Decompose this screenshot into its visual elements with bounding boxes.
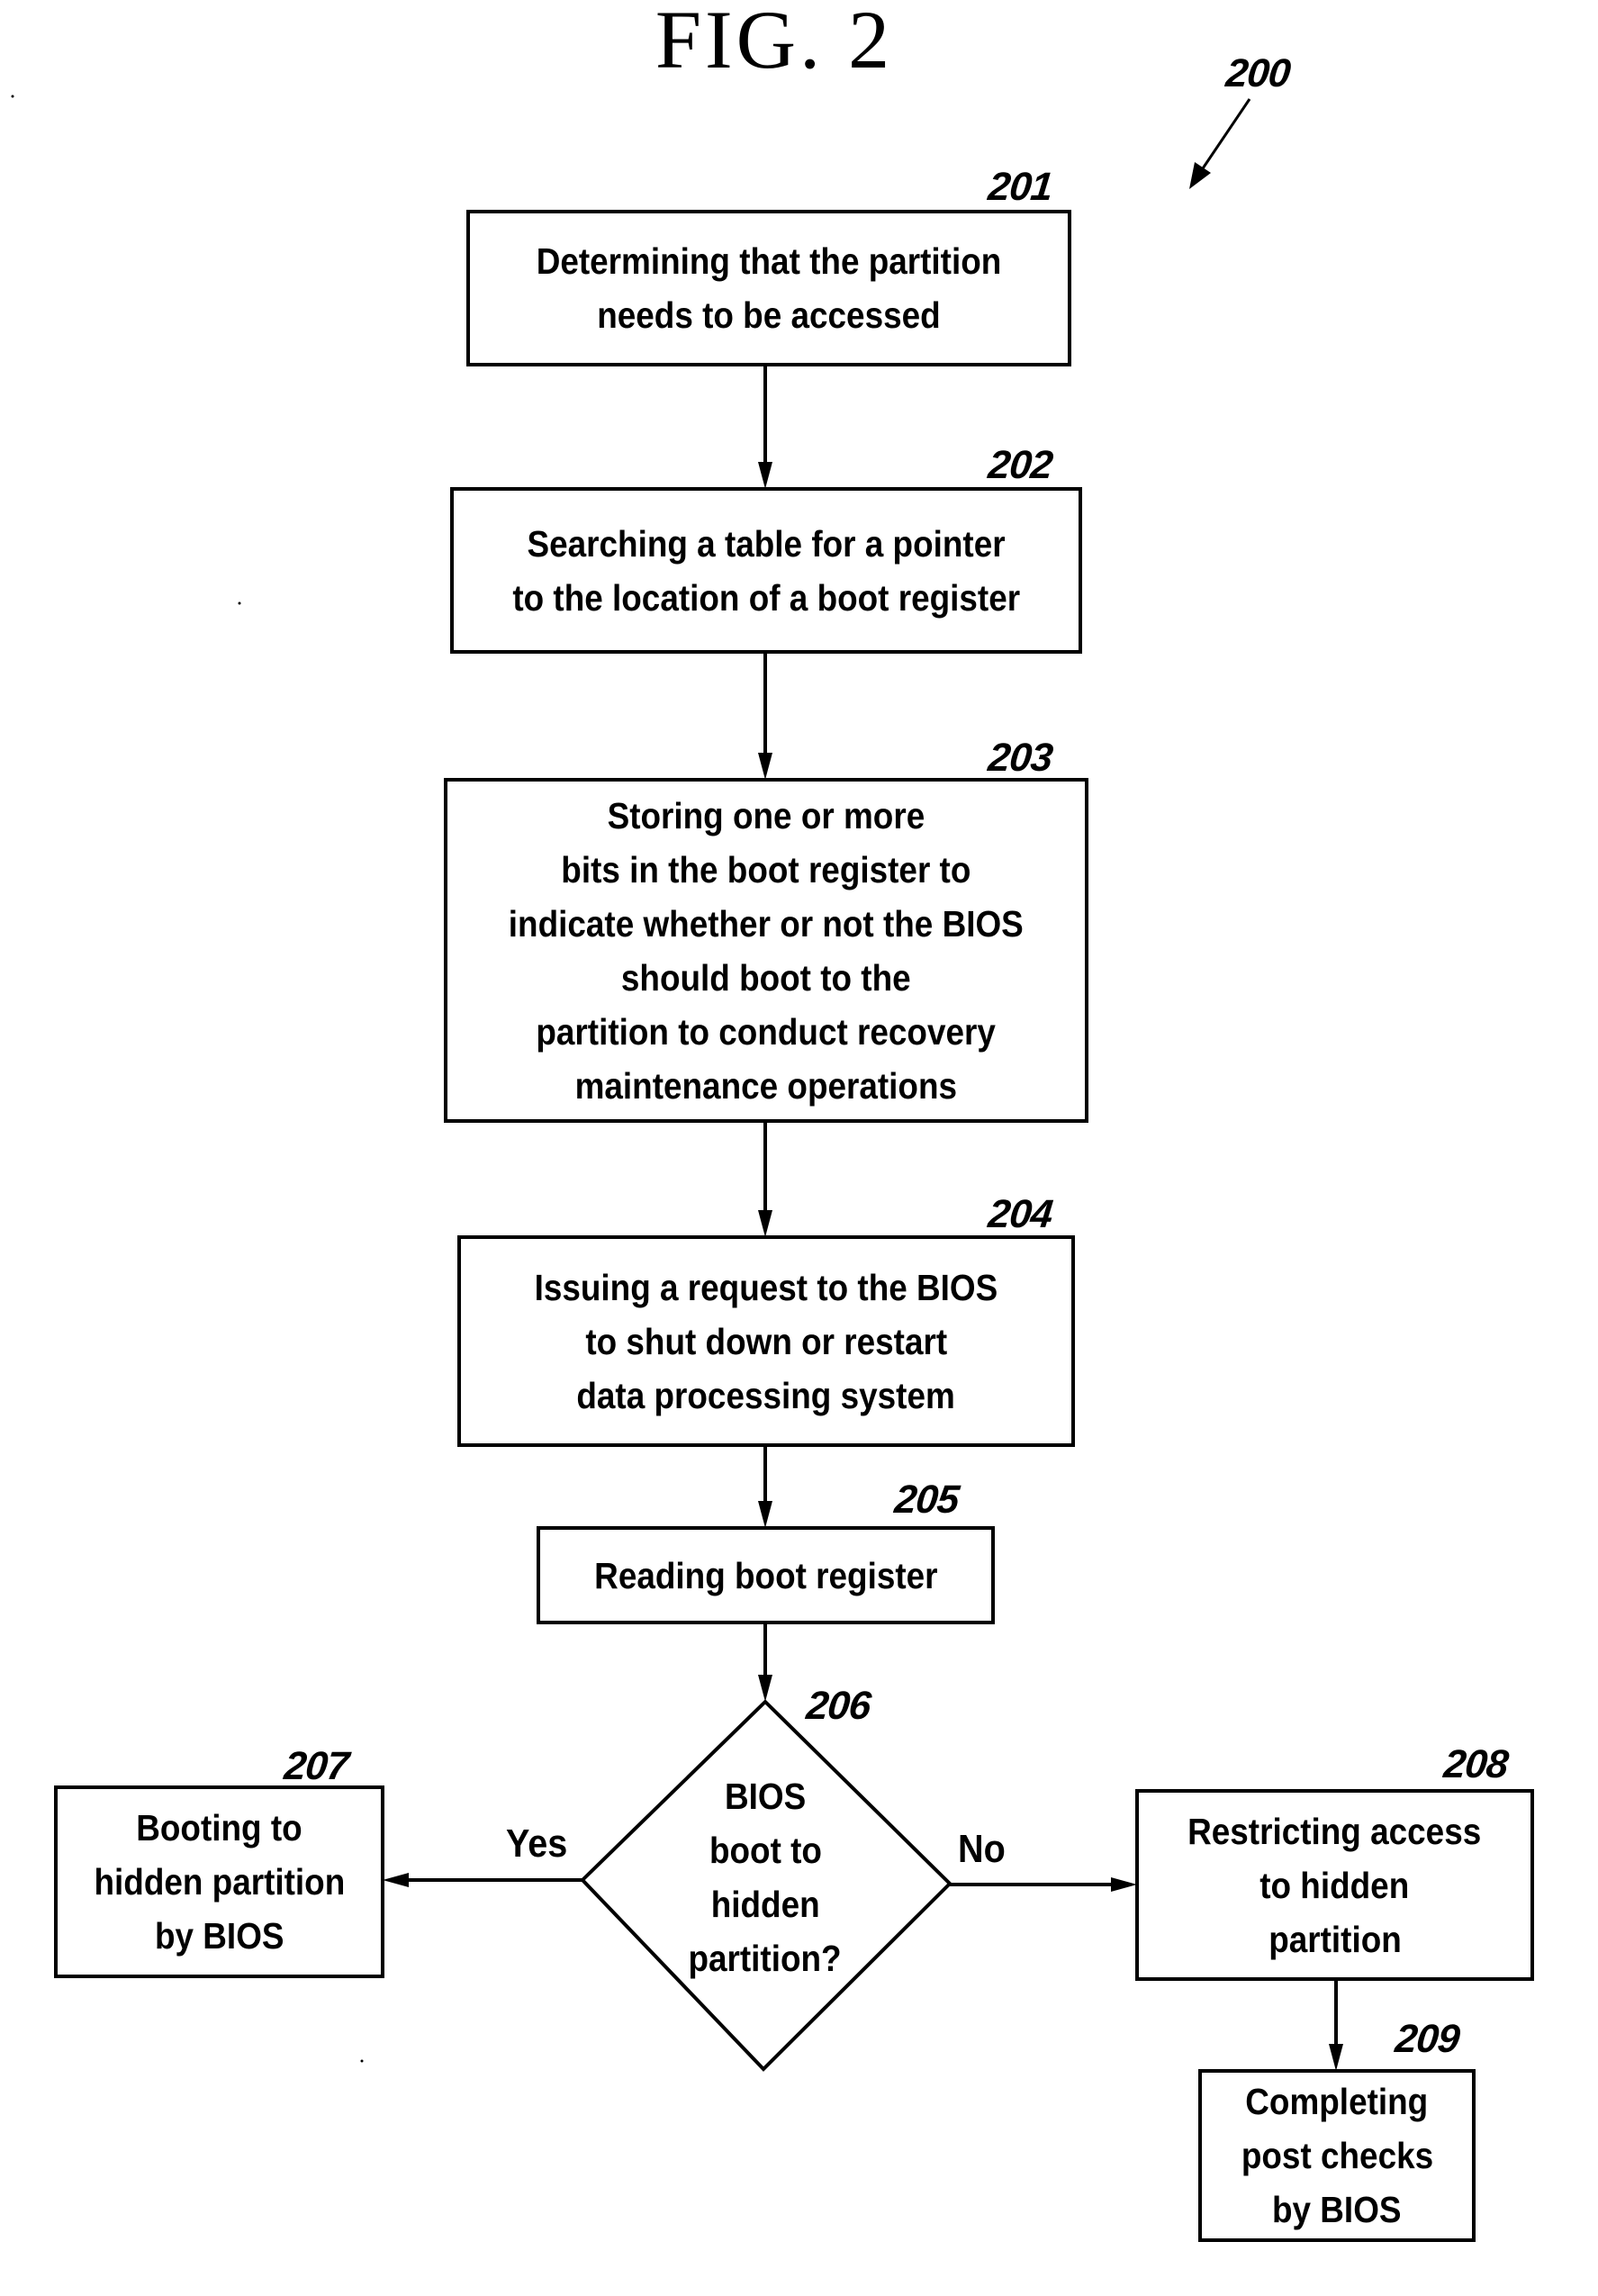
- connector-202-203: [758, 652, 772, 780]
- step-207-number: 207: [282, 1744, 351, 1788]
- step-208-line: to hidden: [1259, 1864, 1410, 1906]
- figure-reference-arrow: [1189, 98, 1251, 189]
- step-203-line: Storing one or more: [607, 794, 925, 836]
- step-203-text: Storing one or more bits in the boot reg…: [446, 780, 1087, 1121]
- step-203-line: should boot to the: [621, 956, 911, 999]
- step-209-line: post checks: [1241, 2135, 1433, 2176]
- step-209-number: 209: [1393, 2017, 1462, 2061]
- step-207-text: Booting to hidden partition by BIOS: [56, 1787, 383, 1976]
- step-203-line: bits in the boot register to: [561, 848, 971, 890]
- connector-204-205: [758, 1445, 772, 1528]
- step-209-line: by BIOS: [1272, 2189, 1402, 2230]
- step-201-number: 201: [986, 165, 1055, 209]
- step-206-text: BIOS boot to hidden partition?: [630, 1765, 900, 1990]
- step-202-line: to the location of a boot register: [512, 576, 1020, 619]
- connector-203-204: [758, 1121, 772, 1237]
- flowchart-canvas: FIG. 2 200 201 202 203 204 205 206 207 2…: [0, 0, 1598, 2296]
- step-201-line: Determining that the partition: [536, 240, 1002, 282]
- step-207-line: Booting to: [136, 1807, 302, 1849]
- step-207-line: hidden partition: [94, 1861, 345, 1903]
- step-208-line: partition: [1268, 1918, 1402, 1960]
- step-207-line: by BIOS: [154, 1915, 284, 1957]
- step-206-line: BIOS: [724, 1776, 807, 1817]
- figure-title: FIG. 2: [655, 0, 894, 86]
- step-204-text: Issuing a request to the BIOS to shut do…: [459, 1237, 1073, 1445]
- connector-201-202: [758, 365, 772, 489]
- scan-speck: [360, 2059, 364, 2063]
- step-203-line: partition to conduct recovery: [536, 1010, 997, 1053]
- step-202-text: Searching a table for a pointer to the l…: [452, 489, 1080, 652]
- connector-206-207-yes: [383, 1873, 582, 1887]
- step-203-line: indicate whether or not the BIOS: [508, 902, 1025, 945]
- step-202-number: 202: [986, 443, 1055, 487]
- step-204-line: data processing system: [576, 1374, 956, 1416]
- step-206-line: hidden: [710, 1884, 820, 1925]
- step-203-number: 203: [986, 736, 1055, 780]
- step-203-line: maintenance operations: [574, 1064, 958, 1107]
- scan-speck: [238, 601, 241, 605]
- connector-206-208-no: [950, 1877, 1137, 1892]
- figure-reference-number: 200: [1223, 51, 1293, 95]
- step-204-line: Issuing a request to the BIOS: [534, 1266, 998, 1308]
- step-206-number: 206: [804, 1684, 873, 1728]
- connector-205-206: [758, 1623, 772, 1702]
- step-206-line: partition?: [688, 1938, 843, 1979]
- connector-208-209: [1329, 1979, 1343, 2071]
- step-205-number: 205: [892, 1478, 962, 1522]
- step-202-line: Searching a table for a pointer: [527, 522, 1006, 565]
- step-201-text: Determining that the partition needs to …: [468, 212, 1070, 365]
- step-208-line: Restricting access: [1187, 1810, 1482, 1852]
- edge-label-no: No: [958, 1827, 1006, 1871]
- step-205-text: Reading boot register: [538, 1528, 993, 1623]
- step-206-line: boot to: [709, 1830, 822, 1871]
- step-205-line: Reading boot register: [593, 1554, 938, 1596]
- step-201-line: needs to be accessed: [597, 294, 941, 336]
- step-204-number: 204: [986, 1192, 1055, 1236]
- step-209-line: Completing: [1245, 2081, 1429, 2122]
- scan-speck: [11, 95, 14, 98]
- step-208-text: Restricting access to hidden partition: [1137, 1791, 1532, 1979]
- step-208-number: 208: [1441, 1742, 1511, 1786]
- step-204-line: to shut down or restart: [585, 1320, 947, 1362]
- edge-label-yes: Yes: [506, 1821, 568, 1866]
- step-209-text: Completing post checks by BIOS: [1200, 2071, 1474, 2240]
